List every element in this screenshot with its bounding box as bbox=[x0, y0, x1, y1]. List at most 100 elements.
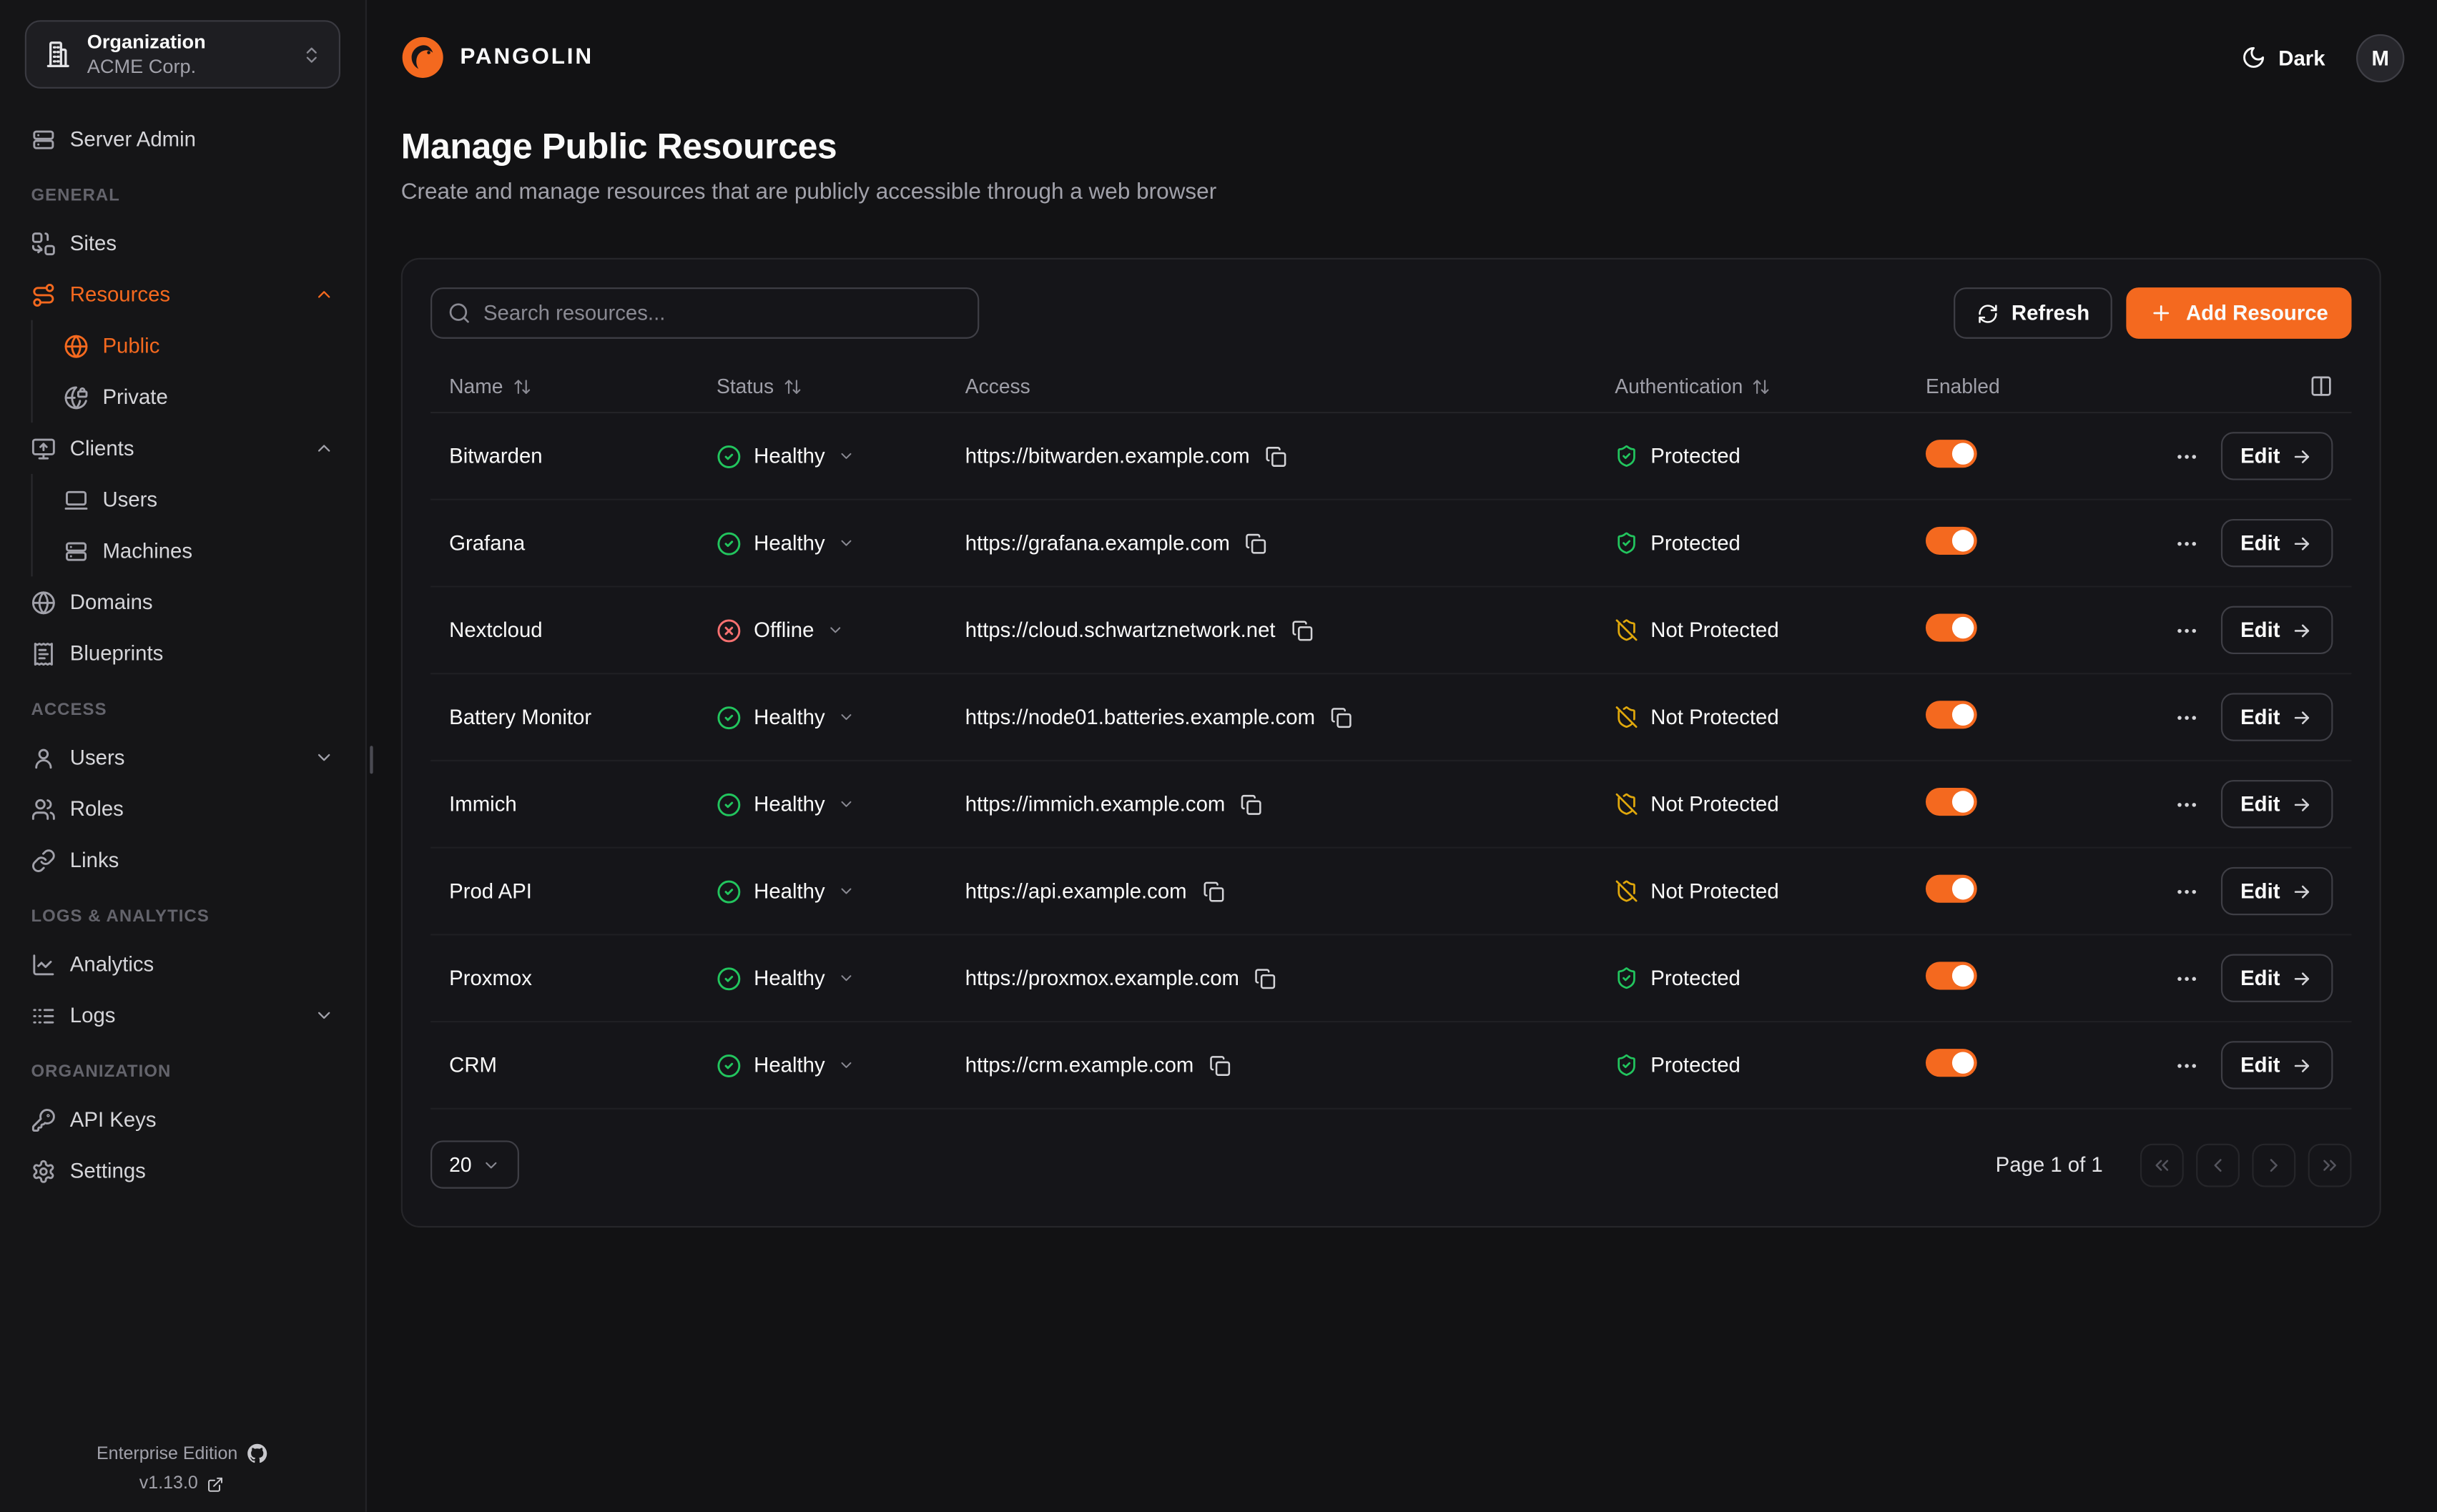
edit-button[interactable]: Edit bbox=[2220, 954, 2333, 1002]
circle-check-icon bbox=[717, 1053, 742, 1078]
table-row-grafana: GrafanaHealthyhttps://grafana.example.co… bbox=[430, 500, 2351, 588]
edit-button[interactable]: Edit bbox=[2220, 867, 2333, 915]
copy-url-button[interactable] bbox=[1291, 619, 1312, 641]
sidebar-item-roles[interactable]: Roles bbox=[25, 783, 340, 834]
next-page-button[interactable] bbox=[2252, 1143, 2295, 1187]
row-menu-button[interactable] bbox=[2174, 966, 2199, 991]
add-resource-button[interactable]: Add Resource bbox=[2127, 287, 2351, 339]
previous-page-button[interactable] bbox=[2196, 1143, 2240, 1187]
edit-button[interactable]: Edit bbox=[2220, 606, 2333, 654]
status-dropdown[interactable]: Healthy bbox=[717, 791, 855, 816]
sidebar-nav: Server AdminGENERALSitesResourcesPublicP… bbox=[25, 114, 340, 1197]
enabled-toggle[interactable] bbox=[1926, 962, 1977, 989]
status-dropdown[interactable]: Healthy bbox=[717, 444, 855, 469]
column-header-name[interactable]: Name bbox=[449, 375, 717, 398]
status-dropdown[interactable]: Healthy bbox=[717, 1053, 855, 1078]
circle-check-icon bbox=[717, 530, 742, 555]
status-dropdown[interactable]: Healthy bbox=[717, 879, 855, 904]
sidebar-item-resources[interactable]: Resources bbox=[25, 269, 340, 320]
sidebar-item-users[interactable]: Users bbox=[25, 732, 340, 784]
status-dropdown[interactable]: Offline bbox=[717, 618, 844, 643]
enabled-toggle[interactable] bbox=[1926, 701, 1977, 728]
status-label: Healthy bbox=[754, 445, 825, 468]
theme-toggle[interactable]: Dark bbox=[2241, 45, 2325, 70]
sidebar-item-machines[interactable]: Machines bbox=[57, 525, 340, 577]
enabled-toggle[interactable] bbox=[1926, 614, 1977, 642]
sidebar-item-server-admin[interactable]: Server Admin bbox=[25, 114, 340, 165]
status-dropdown[interactable]: Healthy bbox=[717, 705, 855, 730]
row-menu-button[interactable] bbox=[2174, 791, 2199, 816]
version-link[interactable]: v1.13.0 bbox=[139, 1475, 225, 1493]
edition-link[interactable]: Enterprise Edition bbox=[97, 1443, 267, 1463]
server-icon bbox=[31, 127, 56, 152]
sidebar-item-settings[interactable]: Settings bbox=[25, 1145, 340, 1197]
enabled-toggle[interactable] bbox=[1926, 788, 1977, 816]
last-page-button[interactable] bbox=[2308, 1143, 2352, 1187]
row-menu-button[interactable] bbox=[2174, 705, 2199, 730]
copy-url-button[interactable] bbox=[1241, 794, 1262, 815]
circle-check-icon bbox=[717, 791, 742, 816]
sidebar-item-links[interactable]: Links bbox=[25, 834, 340, 886]
enabled-toggle[interactable] bbox=[1926, 527, 1977, 555]
sidebar-item-clients[interactable]: Clients bbox=[25, 423, 340, 474]
copy-url-button[interactable] bbox=[1265, 445, 1286, 467]
page-size-select[interactable]: 20 bbox=[430, 1140, 520, 1188]
copy-icon bbox=[1331, 706, 1352, 728]
edit-label: Edit bbox=[2240, 531, 2280, 555]
edit-button[interactable]: Edit bbox=[2220, 693, 2333, 741]
chart-icon bbox=[31, 952, 56, 977]
status-dropdown[interactable]: Healthy bbox=[717, 966, 855, 991]
globe-icon bbox=[64, 333, 89, 358]
avatar[interactable]: M bbox=[2356, 34, 2404, 81]
sidebar-item-logs[interactable]: Logs bbox=[25, 990, 340, 1042]
sidebar-item-users[interactable]: Users bbox=[57, 474, 340, 525]
enabled-toggle[interactable] bbox=[1926, 440, 1977, 468]
sidebar-item-sites[interactable]: Sites bbox=[25, 217, 340, 269]
first-page-button[interactable] bbox=[2140, 1143, 2184, 1187]
status-dropdown[interactable]: Healthy bbox=[717, 530, 855, 555]
sidebar-item-analytics[interactable]: Analytics bbox=[25, 939, 340, 990]
enabled-toggle[interactable] bbox=[1926, 1049, 1977, 1077]
row-menu-button[interactable] bbox=[2174, 879, 2199, 904]
edit-button[interactable]: Edit bbox=[2220, 519, 2333, 567]
edit-button[interactable]: Edit bbox=[2220, 780, 2333, 828]
row-menu-button[interactable] bbox=[2174, 1053, 2199, 1078]
ellipsis-icon bbox=[2174, 444, 2199, 469]
search-input[interactable] bbox=[483, 302, 962, 325]
enabled-toggle[interactable] bbox=[1926, 875, 1977, 903]
row-menu-button[interactable] bbox=[2174, 618, 2199, 643]
chevron-down-icon bbox=[314, 1005, 334, 1025]
route-icon bbox=[31, 282, 56, 307]
copy-url-button[interactable] bbox=[1209, 1054, 1231, 1076]
sidebar-item-public[interactable]: Public bbox=[57, 320, 340, 372]
sidebar-item-domains[interactable]: Domains bbox=[25, 576, 340, 628]
refresh-button[interactable]: Refresh bbox=[1954, 287, 2112, 339]
org-switcher[interactable]: Organization ACME Corp. bbox=[25, 20, 340, 89]
copy-url-button[interactable] bbox=[1202, 880, 1224, 901]
table-row-proxmox: ProxmoxHealthyhttps://proxmox.example.co… bbox=[430, 935, 2351, 1022]
copy-url-button[interactable] bbox=[1255, 967, 1276, 989]
copy-url-button[interactable] bbox=[1246, 532, 1267, 553]
edit-button[interactable]: Edit bbox=[2220, 1041, 2333, 1089]
auth-label: Not Protected bbox=[1650, 792, 1778, 816]
brand[interactable]: PANGOLIN bbox=[401, 36, 594, 79]
columns-toggle-button[interactable] bbox=[2310, 375, 2333, 398]
shield-check-icon bbox=[1615, 531, 1638, 555]
resource-name: Grafana bbox=[449, 531, 717, 555]
sidebar-item-private[interactable]: Private bbox=[57, 371, 340, 423]
copy-url-button[interactable] bbox=[1331, 706, 1352, 728]
column-header-status[interactable]: Status bbox=[717, 375, 965, 398]
shield-off-icon bbox=[1615, 792, 1638, 816]
arrow-right-icon bbox=[2291, 967, 2313, 989]
auth-cell: Protected bbox=[1615, 967, 1926, 990]
sidebar-item-blueprints[interactable]: Blueprints bbox=[25, 628, 340, 679]
row-menu-button[interactable] bbox=[2174, 530, 2199, 555]
sidebar-item-label: Sites bbox=[70, 232, 117, 255]
row-menu-button[interactable] bbox=[2174, 444, 2199, 469]
chevrons-right-icon bbox=[2319, 1154, 2340, 1175]
circle-check-icon bbox=[717, 966, 742, 991]
chevron-up-icon bbox=[314, 438, 334, 458]
sidebar-item-api-keys[interactable]: API Keys bbox=[25, 1094, 340, 1145]
column-header-authentication[interactable]: Authentication bbox=[1615, 375, 1926, 398]
edit-button[interactable]: Edit bbox=[2220, 432, 2333, 480]
